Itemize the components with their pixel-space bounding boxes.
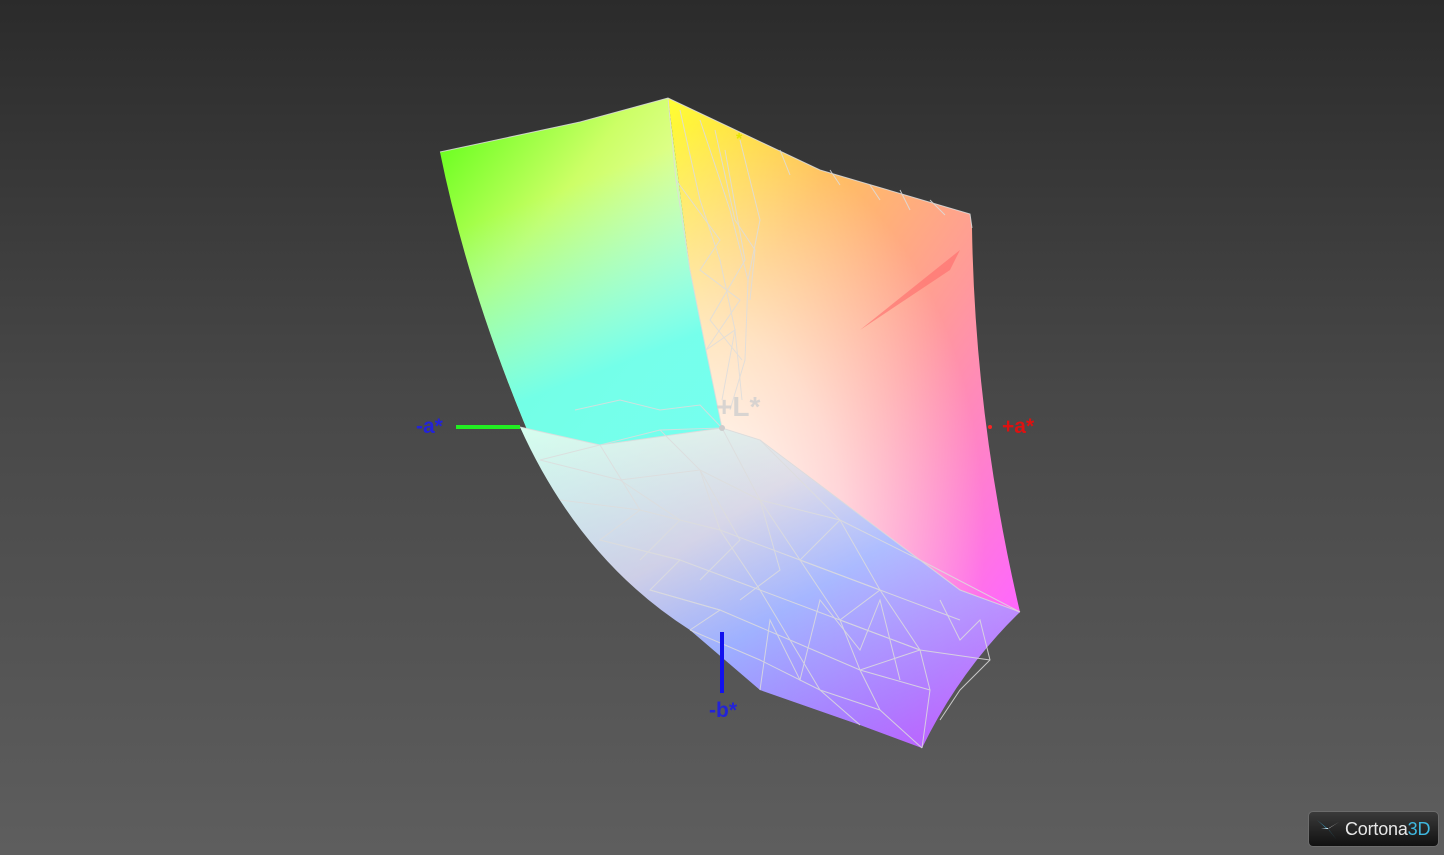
pos-a-axis-label: +a* [1002,415,1035,438]
yellow-star-marker: * [736,131,743,148]
origin-marker [719,425,725,431]
pos-l-axis-label: +L* [716,391,761,422]
cortona3d-logo-text: Cortona3D [1345,818,1431,839]
neg-b-axis-label: -b* [709,699,737,722]
gamut-3d-viewport[interactable]: * [0,0,1444,855]
cortona-star-icon [1317,820,1339,840]
cortona3d-logo-badge[interactable]: Cortona3D [1308,811,1439,847]
neg-a-axis-label: -a* [416,415,443,438]
pos-a-marker [988,425,992,429]
